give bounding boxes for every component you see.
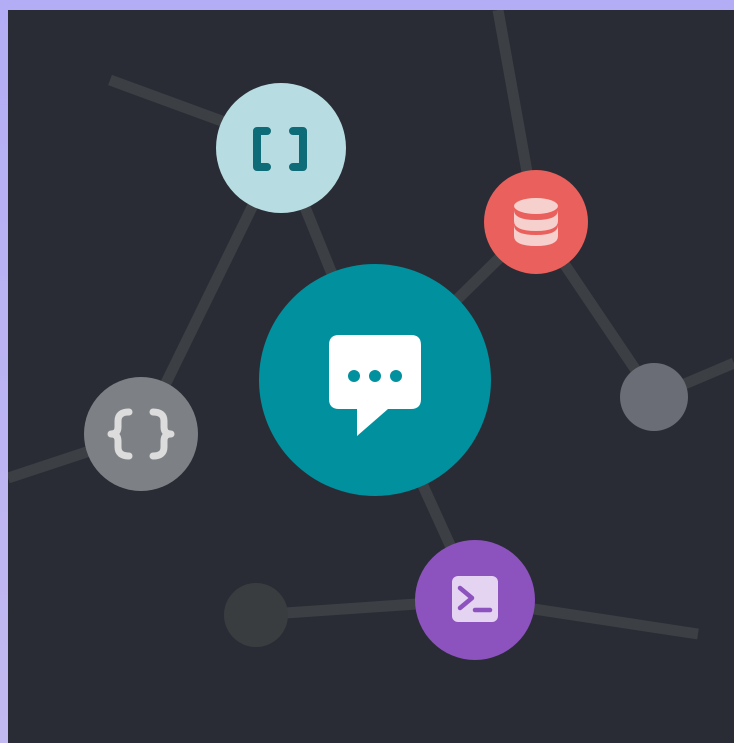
node-database [484,170,588,274]
node-array [216,83,346,213]
node-gray [620,363,688,431]
database-icon [514,198,558,246]
diagram-canvas [8,10,734,743]
node-dark [224,583,288,647]
page-frame [0,0,734,743]
terminal-icon [452,576,498,622]
node-object [84,377,198,491]
network-diagram [8,10,734,660]
node-terminal [415,540,535,660]
node-chat [259,264,491,496]
